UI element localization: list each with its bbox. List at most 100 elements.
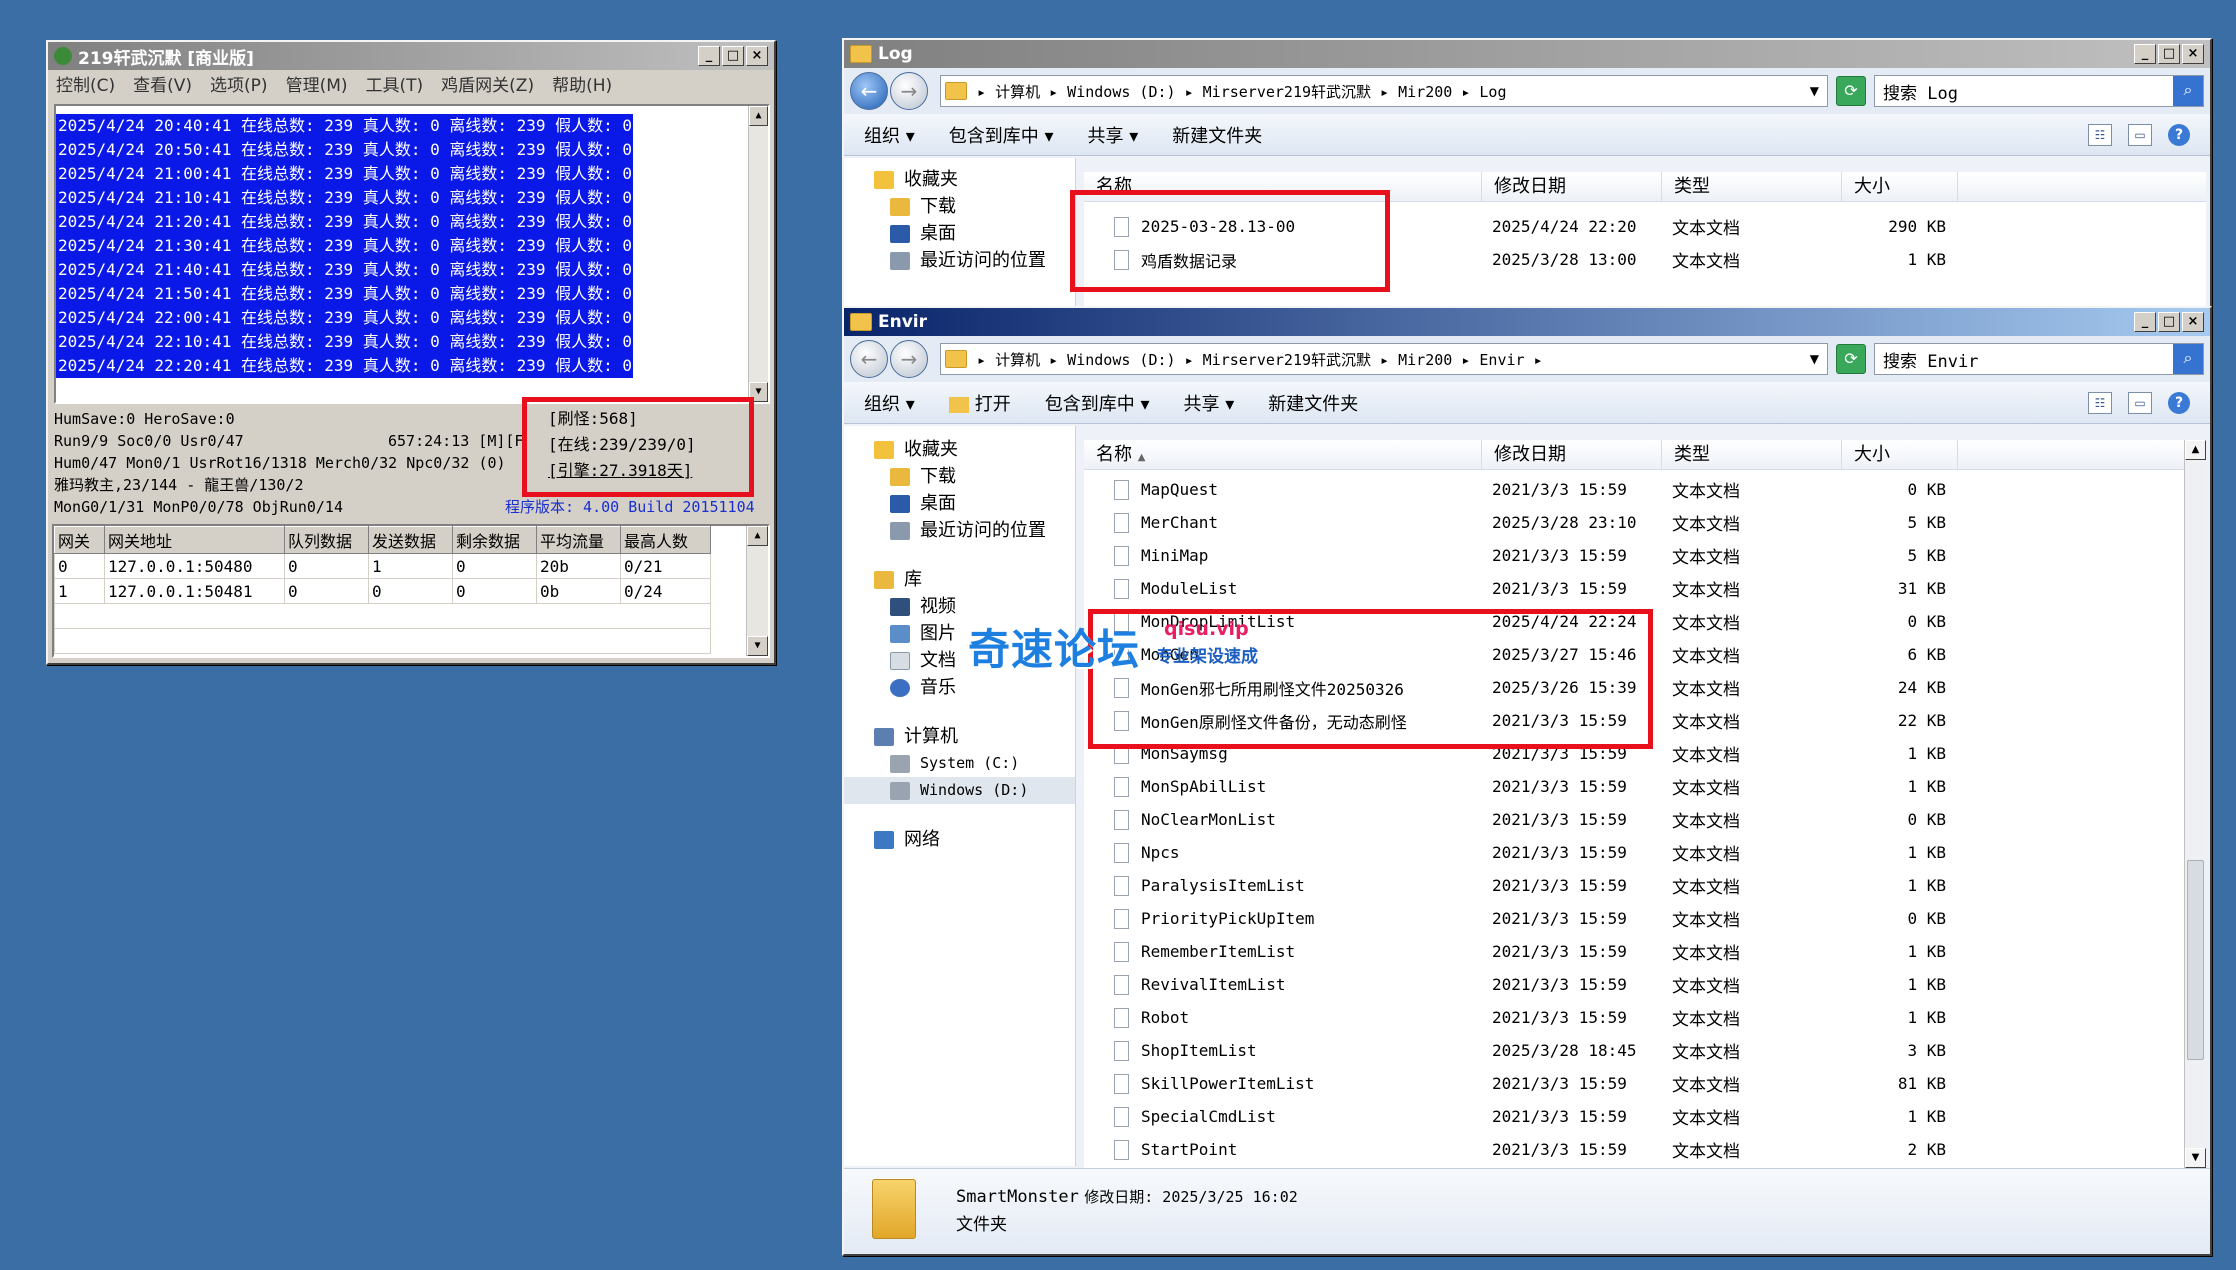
crumb-drive[interactable]: Windows (D:): [1067, 83, 1175, 101]
close-button[interactable]: ×: [2182, 312, 2204, 332]
forward-arrow-icon[interactable]: →: [890, 340, 928, 378]
view-options-icon[interactable]: ☷: [2088, 123, 2112, 146]
crumb-computer[interactable]: 计算机: [995, 351, 1040, 369]
maximize-button[interactable]: □: [2158, 312, 2180, 332]
gate-scrollbar[interactable]: ▲ ▼: [746, 526, 768, 656]
col-traffic[interactable]: 平均流量: [536, 526, 621, 554]
col-send[interactable]: 发送数据: [368, 526, 453, 554]
scroll-down-arrow[interactable]: ▼: [2185, 1148, 2206, 1168]
crumb-envir[interactable]: Envir: [1479, 351, 1524, 369]
file-row[interactable]: MapQuest 2021/3/3 15:59 文本文档 0 KB: [1084, 473, 2206, 506]
search-icon[interactable]: ⌕: [2173, 344, 2203, 374]
help-icon[interactable]: ?: [2168, 123, 2190, 146]
file-row[interactable]: Npcs 2021/3/3 15:59 文本文档 1 KB: [1084, 836, 2206, 869]
col-type[interactable]: 类型: [1662, 172, 1842, 201]
nav-recent[interactable]: 最近访问的位置: [874, 247, 1075, 274]
nav-drive-d[interactable]: Windows (D:): [844, 777, 1075, 804]
log-listbox[interactable]: 2025/4/24 20:40:41 在线总数: 239 真人数: 0 离线数:…: [54, 104, 770, 404]
file-row[interactable]: RememberItemList 2021/3/3 15:59 文本文档 1 KB: [1084, 935, 2206, 968]
log-title-bar[interactable]: Log _ □ ×: [844, 40, 2210, 68]
file-row[interactable]: RevivalItemList 2021/3/3 15:59 文本文档 1 KB: [1084, 968, 2206, 1001]
nav-downloads[interactable]: 下载: [874, 193, 1075, 220]
col-remain[interactable]: 剩余数据: [452, 526, 537, 554]
crumb-mirserver[interactable]: Mirserver219轩武沉默: [1203, 83, 1371, 101]
crumb-log[interactable]: Log: [1479, 83, 1506, 101]
include-library-button[interactable]: 包含到库中 ▾: [949, 122, 1054, 148]
organize-button[interactable]: 组织 ▾: [864, 122, 915, 148]
open-button[interactable]: 打开: [948, 390, 1011, 416]
table-row[interactable]: 0 127.0.0.1:50480 0 1 0 20b 0/21: [54, 553, 711, 579]
table-row[interactable]: 1 127.0.0.1:50481 0 0 0 0b 0/24: [54, 578, 711, 604]
server-title-bar[interactable]: 219轩武沉默 [商业版] _ □ ×: [48, 42, 774, 70]
file-row[interactable]: StartPoint 2021/3/3 15:59 文本文档 2 KB: [1084, 1133, 2206, 1166]
nav-libraries[interactable]: 库: [844, 566, 1075, 593]
minimize-button[interactable]: _: [2134, 44, 2156, 64]
minimize-button[interactable]: _: [698, 46, 720, 66]
back-arrow-icon[interactable]: ←: [850, 72, 888, 110]
crumb-computer[interactable]: 计算机: [995, 83, 1040, 101]
scroll-up-arrow[interactable]: ▲: [747, 526, 768, 546]
file-row[interactable]: PriorityPickUpItem 2021/3/3 15:59 文本文档 0 KB: [1084, 902, 2206, 935]
file-row[interactable]: ShopItemList 2025/3/28 18:45 文本文档 3 KB: [1084, 1034, 2206, 1067]
nav-computer[interactable]: 计算机: [844, 723, 1075, 750]
chevron-down-icon[interactable]: ▼: [1810, 352, 1819, 366]
refresh-icon[interactable]: ⟳: [1836, 344, 1866, 374]
scroll-up-arrow[interactable]: ▲: [2185, 440, 2206, 460]
col-date[interactable]: 修改日期: [1482, 440, 1662, 469]
file-row[interactable]: ModuleList 2021/3/3 15:59 文本文档 31 KB: [1084, 572, 2206, 605]
view-options-icon[interactable]: ☷: [2088, 391, 2112, 414]
refresh-icon[interactable]: ⟳: [1836, 76, 1866, 106]
close-button[interactable]: ×: [746, 46, 768, 66]
chevron-down-icon[interactable]: ▼: [1810, 84, 1819, 98]
scroll-down-arrow[interactable]: ▼: [747, 636, 768, 656]
nav-network[interactable]: 网络: [844, 826, 1075, 853]
close-button[interactable]: ×: [2182, 44, 2204, 64]
nav-favorites[interactable]: 收藏夹: [874, 166, 1075, 193]
col-maxusers[interactable]: 最高人数: [620, 526, 711, 554]
nav-desktop[interactable]: 桌面: [874, 220, 1075, 247]
nav-downloads[interactable]: 下载: [844, 463, 1075, 490]
menu-gateway[interactable]: 鸡盾网关(Z): [441, 71, 534, 96]
share-button[interactable]: 共享 ▾: [1088, 122, 1139, 148]
col-type[interactable]: 类型: [1662, 440, 1842, 469]
maximize-button[interactable]: □: [2158, 44, 2180, 64]
nav-recent[interactable]: 最近访问的位置: [844, 517, 1075, 544]
maximize-button[interactable]: □: [722, 46, 744, 66]
nav-favorites[interactable]: 收藏夹: [844, 436, 1075, 463]
help-icon[interactable]: ?: [2168, 391, 2190, 414]
scroll-thumb[interactable]: [2187, 860, 2204, 1060]
share-button[interactable]: 共享 ▾: [1184, 390, 1235, 416]
organize-button[interactable]: 组织 ▾: [864, 390, 915, 416]
file-row[interactable]: MerChant 2025/3/28 23:10 文本文档 5 KB: [1084, 506, 2206, 539]
envir-scrollbar[interactable]: ▲ ▼: [2184, 440, 2206, 1168]
preview-pane-icon[interactable]: ▭: [2128, 123, 2152, 146]
crumb-mirserver[interactable]: Mirserver219轩武沉默: [1203, 351, 1371, 369]
search-icon[interactable]: ⌕: [2173, 76, 2203, 106]
col-size[interactable]: 大小: [1842, 172, 1958, 201]
log-scrollbar[interactable]: ▲ ▼: [748, 106, 768, 402]
crumb-drive[interactable]: Windows (D:): [1067, 351, 1175, 369]
menu-view[interactable]: 查看(V): [133, 71, 192, 96]
file-row[interactable]: SkillPowerItemList 2021/3/3 15:59 文本文档 81 K…: [1084, 1067, 2206, 1100]
envir-address-bar[interactable]: ▸ 计算机 ▸ Windows (D:) ▸ Mirserver219轩武沉默 …: [940, 343, 1828, 375]
menu-tools[interactable]: 工具(T): [366, 71, 424, 96]
col-date[interactable]: 修改日期: [1482, 172, 1662, 201]
menu-manage[interactable]: 管理(M): [286, 71, 348, 96]
file-row[interactable]: SpecialCmdList 2021/3/3 15:59 文本文档 1 KB: [1084, 1100, 2206, 1133]
preview-pane-icon[interactable]: ▭: [2128, 391, 2152, 414]
back-arrow-icon[interactable]: ←: [850, 340, 888, 378]
nav-drive-c[interactable]: System (C:): [844, 750, 1075, 777]
col-gate[interactable]: 网关: [54, 526, 105, 554]
forward-arrow-icon[interactable]: →: [890, 72, 928, 110]
new-folder-button[interactable]: 新建文件夹: [1268, 390, 1358, 416]
crumb-mir200[interactable]: Mir200: [1398, 83, 1452, 101]
col-queue[interactable]: 队列数据: [284, 526, 369, 554]
include-library-button[interactable]: 包含到库中 ▾: [1045, 390, 1150, 416]
nav-music[interactable]: 音乐: [844, 674, 1075, 701]
col-size[interactable]: 大小: [1842, 440, 1958, 469]
col-name[interactable]: 名称 ▲: [1084, 440, 1482, 469]
log-address-bar[interactable]: ▸ 计算机 ▸ Windows (D:) ▸ Mirserver219轩武沉默 …: [940, 75, 1828, 107]
new-folder-button[interactable]: 新建文件夹: [1172, 122, 1262, 148]
menu-control[interactable]: 控制(C): [56, 71, 115, 96]
file-row[interactable]: MiniMap 2021/3/3 15:59 文本文档 5 KB: [1084, 539, 2206, 572]
